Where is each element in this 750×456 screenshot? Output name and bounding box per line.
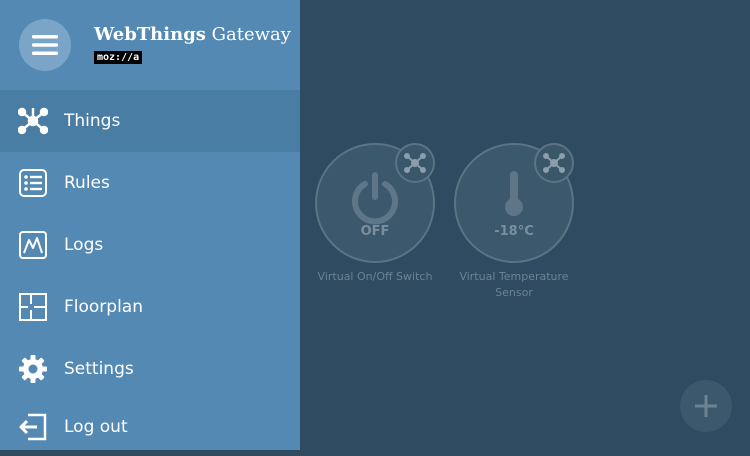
sidebar-item-label: Settings <box>64 359 134 379</box>
thing-temperature[interactable]: -18°C Virtual Temperature Sensor <box>454 143 574 301</box>
add-thing-button[interactable] <box>680 380 732 432</box>
power-icon <box>352 172 398 225</box>
thing-temperature-name: Virtual Temperature Sensor <box>459 270 569 299</box>
hamburger-icon <box>32 35 58 55</box>
sidebar-item-logout[interactable]: Log out <box>0 398 300 456</box>
thing-temperature-tile[interactable]: -18°C <box>454 143 574 263</box>
sidebar-item-logs[interactable]: Logs <box>0 214 300 276</box>
plus-icon <box>695 395 717 417</box>
thing-switch-tile[interactable]: OFF <box>315 143 435 263</box>
thing-switch-state: OFF <box>360 224 390 239</box>
things-icon <box>543 153 565 173</box>
app-title-bold: WebThings <box>94 24 206 45</box>
sidebar-item-label: Things <box>64 111 121 131</box>
app-title: WebThings Gateway <box>94 24 291 45</box>
gear-icon <box>18 354 48 384</box>
rules-icon <box>18 168 48 198</box>
mozilla-logo: moz://a <box>94 51 143 64</box>
app-title-rest: Gateway <box>205 24 291 45</box>
logs-icon <box>18 230 48 260</box>
sidebar-item-label: Logs <box>64 235 104 255</box>
sidebar-item-label: Rules <box>64 173 110 193</box>
thing-switch-name: Virtual On/Off Switch <box>317 270 433 283</box>
sidebar-item-settings[interactable]: Settings <box>0 338 300 400</box>
menu-button[interactable] <box>19 19 71 71</box>
sidebar-item-label: Floorplan <box>64 297 143 317</box>
logout-icon <box>18 412 48 442</box>
things-icon <box>18 106 48 136</box>
thing-temperature-details-button[interactable] <box>534 143 574 183</box>
side-menu: WebThings Gateway moz://a Things Rules L… <box>0 0 300 450</box>
thing-switch-details-button[interactable] <box>395 143 435 183</box>
thermometer-icon <box>505 171 523 216</box>
sidebar-item-rules[interactable]: Rules <box>0 152 300 214</box>
sidebar-item-label: Log out <box>64 417 128 437</box>
floorplan-icon <box>18 292 48 322</box>
thing-temperature-state: -18°C <box>494 224 534 239</box>
sidebar-item-floorplan[interactable]: Floorplan <box>0 276 300 338</box>
sidebar-item-things[interactable]: Things <box>0 90 300 152</box>
app-branding: WebThings Gateway moz://a <box>94 24 291 64</box>
thing-switch[interactable]: OFF Virtual On/Off Switch <box>315 143 435 285</box>
things-icon <box>404 153 426 173</box>
